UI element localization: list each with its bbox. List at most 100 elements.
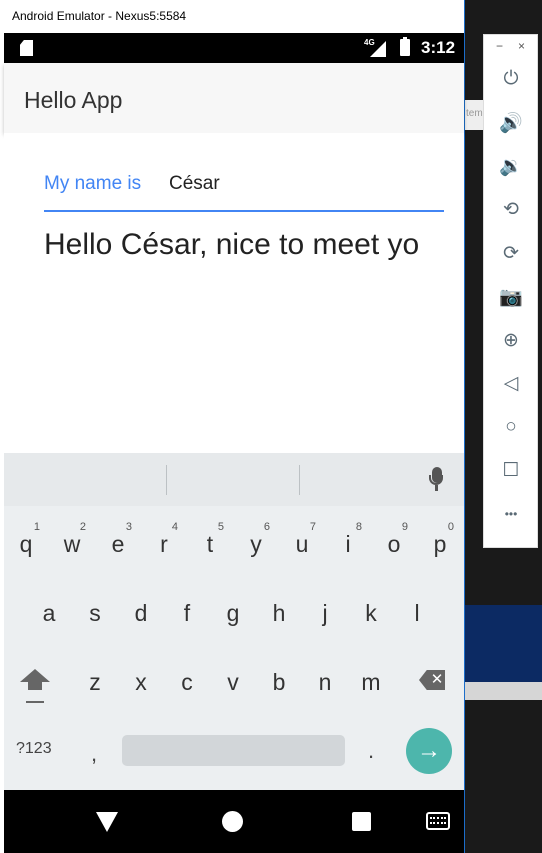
space-key[interactable] [122, 735, 345, 766]
background-blue-panel [465, 605, 542, 682]
key-label: q [19, 531, 33, 557]
back-icon[interactable]: ◁ [499, 372, 523, 396]
key-number-hint: 2 [79, 521, 86, 533]
key-x[interactable]: x [121, 655, 161, 705]
key-number-hint: 0 [447, 521, 454, 533]
key-number-hint: 3 [125, 521, 132, 533]
key-label: b [272, 669, 286, 695]
key-c[interactable]: c [167, 655, 207, 705]
symbols-key[interactable]: ?123 [16, 740, 52, 758]
key-label: e [111, 531, 125, 557]
period-key[interactable]: . [368, 738, 374, 764]
power-icon[interactable]: ⏻ [499, 67, 523, 91]
key-s[interactable]: s [75, 586, 115, 636]
close-button[interactable]: × [518, 39, 525, 53]
key-label: u [295, 531, 309, 557]
key-v[interactable]: v [213, 655, 253, 705]
enter-key[interactable]: → [406, 728, 452, 774]
camera-icon[interactable]: 📷 [499, 285, 523, 309]
key-number-hint: 4 [171, 521, 178, 533]
soft-keyboard: ✕ ?123 , . → q1w2e3r4t5y6u7i8o9p0asdfghj… [4, 453, 464, 790]
key-j[interactable]: j [305, 586, 345, 636]
key-k[interactable]: k [351, 586, 391, 636]
key-number-hint: 8 [355, 521, 362, 533]
greeting-text: Hello César, nice to meet yo [44, 228, 420, 261]
mic-icon-base [435, 485, 438, 491]
key-q[interactable]: q1 [6, 517, 46, 567]
key-number-hint: 1 [33, 521, 40, 533]
window-title-bar[interactable]: Android Emulator - Nexus5:5584 [0, 0, 464, 33]
nav-home-icon[interactable] [222, 811, 243, 832]
key-u[interactable]: u7 [282, 517, 322, 567]
nav-recents-icon[interactable] [352, 812, 371, 831]
key-o[interactable]: o9 [374, 517, 414, 567]
key-w[interactable]: w2 [52, 517, 92, 567]
battery-icon [400, 37, 410, 56]
minimize-button[interactable]: − [496, 39, 503, 53]
name-field-label: My name is [44, 173, 142, 194]
key-label: w [63, 531, 81, 557]
overview-icon[interactable]: ☐ [499, 459, 523, 483]
key-h[interactable]: h [259, 586, 299, 636]
key-a[interactable]: a [29, 586, 69, 636]
key-label: j [322, 600, 328, 626]
suggestion-divider [299, 465, 300, 495]
nav-back-icon[interactable] [96, 812, 118, 832]
emulator-window: Android Emulator - Nexus5:5584 4G 3:12 H… [0, 0, 465, 853]
key-label: p [433, 531, 447, 557]
key-g[interactable]: g [213, 586, 253, 636]
key-number-hint: 7 [309, 521, 316, 533]
window-title: Android Emulator - Nexus5:5584 [12, 9, 187, 23]
key-label: r [160, 531, 168, 557]
key-e[interactable]: e3 [98, 517, 138, 567]
volume-up-icon[interactable]: 🔊 [499, 111, 523, 135]
rotate-right-icon[interactable]: ⟳ [499, 241, 523, 265]
navigation-bar [4, 790, 464, 853]
key-number-hint: 5 [217, 521, 224, 533]
key-label: y [250, 531, 262, 557]
signal-icon [370, 41, 386, 57]
comma-key[interactable]: , [91, 741, 97, 767]
key-d[interactable]: d [121, 586, 161, 636]
key-label: h [272, 600, 286, 626]
mic-icon-stand [429, 475, 443, 485]
key-label: d [134, 600, 148, 626]
key-b[interactable]: b [259, 655, 299, 705]
home-icon[interactable]: ○ [499, 415, 523, 439]
key-f[interactable]: f [167, 586, 207, 636]
key-y[interactable]: y6 [236, 517, 276, 567]
more-icon[interactable]: ••• [499, 502, 523, 526]
keyboard-switch-icon[interactable] [426, 812, 450, 830]
key-n[interactable]: n [305, 655, 345, 705]
key-label: z [89, 669, 101, 695]
key-label: s [89, 600, 101, 626]
backspace-x: ✕ [430, 671, 444, 688]
key-i[interactable]: i8 [328, 517, 368, 567]
background-gray-strip [465, 682, 542, 700]
key-m[interactable]: m [351, 655, 391, 705]
key-l[interactable]: l [397, 586, 437, 636]
background-window-fragment: tem [465, 100, 483, 130]
volume-down-icon[interactable]: 🔉 [499, 154, 523, 178]
name-input[interactable]: César [169, 173, 220, 195]
app-bar: Hello App [4, 63, 464, 133]
sd-card-icon [20, 40, 33, 56]
key-label: l [414, 600, 420, 626]
key-label: x [135, 669, 147, 695]
rotate-left-icon[interactable]: ⟲ [499, 198, 523, 222]
key-z[interactable]: z [75, 655, 115, 705]
key-label: c [181, 669, 193, 695]
key-label: a [42, 600, 56, 626]
key-label: m [361, 669, 381, 695]
name-input-underline [44, 210, 444, 212]
shift-icon-stem [28, 682, 42, 690]
key-label: v [227, 669, 239, 695]
key-p[interactable]: p0 [420, 517, 460, 567]
key-t[interactable]: t5 [190, 517, 230, 567]
emulator-toolbar: − × ⏻ 🔊 🔉 ⟲ ⟳ 📷 ⊕ ◁ ○ ☐ ••• [483, 34, 538, 548]
key-label: i [345, 531, 351, 557]
shift-icon-underline [26, 701, 44, 703]
zoom-icon[interactable]: ⊕ [499, 328, 523, 352]
suggestion-divider [166, 465, 167, 495]
key-r[interactable]: r4 [144, 517, 184, 567]
